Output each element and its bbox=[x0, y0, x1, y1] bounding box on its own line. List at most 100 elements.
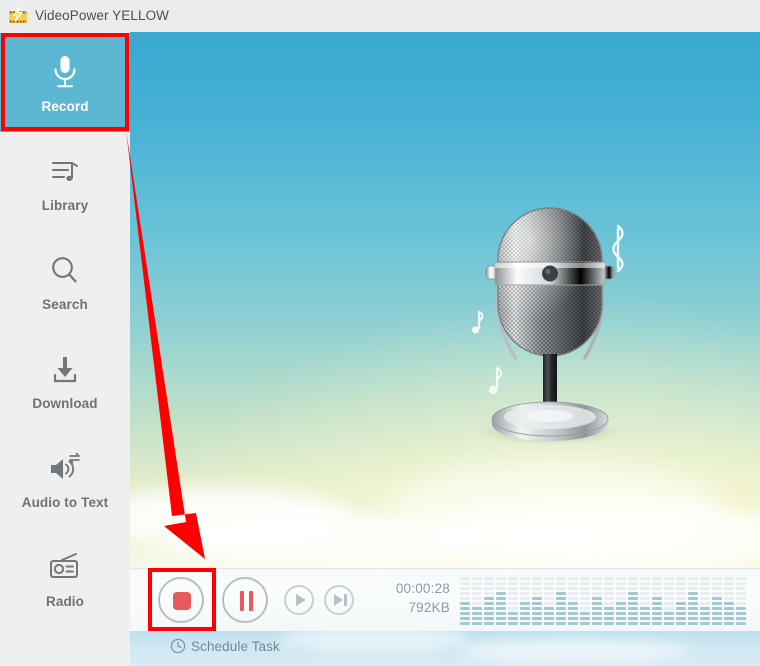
play-button[interactable] bbox=[284, 585, 314, 615]
visualizer-segment bbox=[496, 607, 506, 610]
visualizer-segment bbox=[496, 592, 506, 595]
visualizer-segment bbox=[532, 622, 542, 625]
visualizer-segment bbox=[460, 602, 470, 605]
visualizer-segment bbox=[652, 617, 662, 620]
visualizer-segment bbox=[484, 587, 494, 590]
visualizer-segment bbox=[628, 602, 638, 605]
visualizer-segment bbox=[640, 622, 650, 625]
visualizer-segment bbox=[664, 602, 674, 605]
visualizer-segment bbox=[472, 602, 482, 605]
visualizer-segment bbox=[580, 612, 590, 615]
visualizer-segment bbox=[592, 587, 602, 590]
visualizer-segment bbox=[592, 602, 602, 605]
visualizer-segment bbox=[712, 592, 722, 595]
visualizer-column bbox=[568, 575, 578, 625]
visualizer-segment bbox=[568, 617, 578, 620]
visualizer-segment bbox=[676, 607, 686, 610]
visualizer-segment bbox=[592, 607, 602, 610]
visualizer-segment bbox=[520, 582, 530, 585]
visualizer-segment bbox=[556, 617, 566, 620]
stop-highlight-box bbox=[148, 568, 216, 631]
visualizer-segment bbox=[592, 592, 602, 595]
visualizer-segment bbox=[676, 592, 686, 595]
visualizer-segment bbox=[640, 612, 650, 615]
visualizer-segment bbox=[556, 587, 566, 590]
visualizer-segment bbox=[712, 622, 722, 625]
visualizer-segment bbox=[604, 582, 614, 585]
visualizer-segment bbox=[700, 622, 710, 625]
visualizer-segment bbox=[688, 582, 698, 585]
record-highlight-box bbox=[1, 33, 129, 131]
visualizer-segment bbox=[580, 587, 590, 590]
pause-button[interactable] bbox=[222, 577, 268, 623]
visualizer-segment bbox=[568, 597, 578, 600]
next-track-button[interactable] bbox=[324, 585, 354, 615]
visualizer-segment bbox=[712, 587, 722, 590]
vintage-microphone-illustration bbox=[455, 200, 645, 450]
visualizer-segment bbox=[736, 622, 746, 625]
visualizer-segment bbox=[688, 602, 698, 605]
visualizer-segment bbox=[568, 607, 578, 610]
visualizer-segment bbox=[724, 597, 734, 600]
visualizer-segment bbox=[544, 622, 554, 625]
visualizer-segment bbox=[736, 597, 746, 600]
visualizer-segment bbox=[712, 617, 722, 620]
visualizer-segment bbox=[628, 592, 638, 595]
visualizer-segment bbox=[508, 597, 518, 600]
visualizer-segment bbox=[508, 587, 518, 590]
visualizer-column bbox=[592, 575, 602, 625]
visualizer-segment bbox=[484, 577, 494, 580]
visualizer-segment bbox=[676, 597, 686, 600]
visualizer-segment bbox=[520, 612, 530, 615]
radio-icon bbox=[0, 546, 130, 590]
visualizer-segment bbox=[652, 607, 662, 610]
visualizer-column bbox=[532, 575, 542, 625]
visualizer-segment bbox=[724, 602, 734, 605]
visualizer-segment bbox=[568, 587, 578, 590]
visualizer-segment bbox=[616, 597, 626, 600]
pause-icon bbox=[240, 591, 244, 611]
visualizer-segment bbox=[664, 622, 674, 625]
visualizer-segment bbox=[460, 622, 470, 625]
visualizer-segment bbox=[544, 577, 554, 580]
sidebar-item-download[interactable]: Download bbox=[0, 330, 130, 429]
music-list-icon bbox=[0, 150, 130, 194]
visualizer-column bbox=[700, 575, 710, 625]
visualizer-segment bbox=[532, 617, 542, 620]
sidebar-item-search[interactable]: Search bbox=[0, 231, 130, 330]
visualizer-segment bbox=[592, 612, 602, 615]
visualizer-segment bbox=[700, 587, 710, 590]
visualizer-segment bbox=[688, 617, 698, 620]
sidebar-item-audio-to-text[interactable]: Audio to Text bbox=[0, 429, 130, 528]
visualizer-segment bbox=[736, 617, 746, 620]
visualizer-segment bbox=[496, 617, 506, 620]
visualizer-segment bbox=[736, 607, 746, 610]
visualizer-segment bbox=[652, 602, 662, 605]
visualizer-segment bbox=[592, 582, 602, 585]
visualizer-column bbox=[520, 575, 530, 625]
visualizer-segment bbox=[532, 612, 542, 615]
visualizer-segment bbox=[652, 612, 662, 615]
visualizer-segment bbox=[460, 617, 470, 620]
visualizer-segment bbox=[664, 597, 674, 600]
visualizer-column bbox=[688, 575, 698, 625]
visualizer-segment bbox=[496, 622, 506, 625]
visualizer-segment bbox=[544, 602, 554, 605]
visualizer-segment bbox=[712, 577, 722, 580]
visualizer-segment bbox=[664, 582, 674, 585]
visualizer-segment bbox=[544, 597, 554, 600]
sidebar-item-label: Download bbox=[32, 396, 98, 411]
visualizer-segment bbox=[700, 597, 710, 600]
visualizer-segment bbox=[484, 582, 494, 585]
sidebar-item-library[interactable]: Library bbox=[0, 132, 130, 231]
visualizer-segment bbox=[688, 577, 698, 580]
visualizer-segment bbox=[724, 607, 734, 610]
visualizer-segment bbox=[700, 612, 710, 615]
file-size: 792KB bbox=[408, 600, 450, 615]
visualizer-segment bbox=[664, 587, 674, 590]
visualizer-segment bbox=[472, 577, 482, 580]
visualizer-segment bbox=[472, 612, 482, 615]
visualizer-segment bbox=[724, 587, 734, 590]
sidebar-item-radio[interactable]: Radio bbox=[0, 528, 130, 627]
schedule-task-button[interactable]: Schedule Task bbox=[170, 638, 280, 654]
